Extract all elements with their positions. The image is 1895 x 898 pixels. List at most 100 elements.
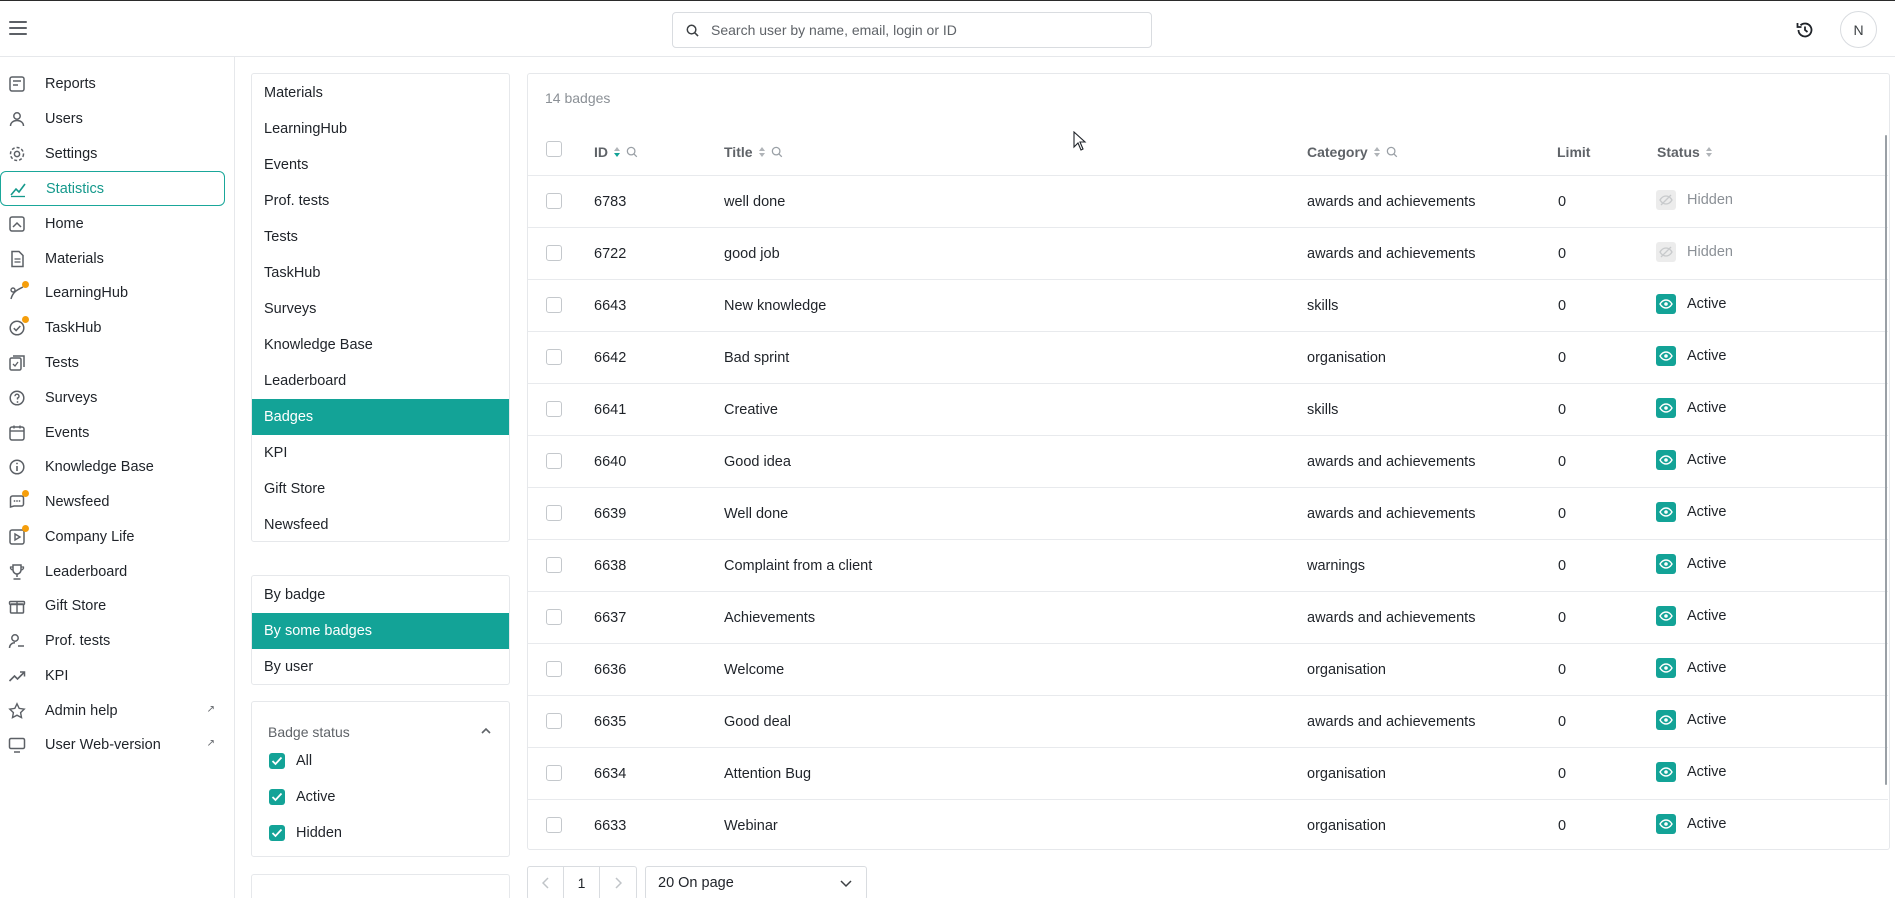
search-icon[interactable]	[626, 146, 638, 158]
search-icon[interactable]	[1386, 146, 1398, 158]
table-row[interactable]: 6640 Good idea awards and achievements 0 Act…	[528, 435, 1888, 487]
sidebar-item-knowledge-base[interactable]: Knowledge Base	[0, 449, 225, 484]
column-header-category[interactable]: Category	[1307, 144, 1398, 160]
sidebar-item-users[interactable]: Users	[0, 101, 225, 136]
section-item-leaderboard[interactable]: Leaderboard	[252, 363, 509, 399]
badge-title[interactable]: good job	[724, 246, 780, 262]
column-header-title[interactable]: Title	[724, 144, 783, 160]
table-scrollbar[interactable]	[1885, 135, 1887, 785]
checkbox-checked-icon[interactable]	[269, 789, 285, 805]
table-row[interactable]: 6783 well done awards and achievements 0 Hid…	[528, 175, 1888, 227]
table-row[interactable]: 6638 Complaint from a client warnings 0 Acti…	[528, 539, 1888, 591]
table-row[interactable]: 6642 Bad sprint organisation 0 Active	[528, 331, 1888, 383]
sidebar-item-reports[interactable]: Reports	[0, 66, 225, 101]
table-row[interactable]: 6722 good job awards and achievements 0 Hidd…	[528, 227, 1888, 279]
status-option-all[interactable]: All	[269, 753, 312, 769]
row-checkbox[interactable]	[546, 557, 562, 573]
table-row[interactable]: 6637 Achievements awards and achievements 0…	[528, 591, 1888, 643]
table-row[interactable]: 6636 Welcome organisation 0 Active	[528, 643, 1888, 695]
status-option-active[interactable]: Active	[269, 789, 336, 805]
menu-toggle-icon[interactable]	[9, 21, 27, 35]
row-checkbox[interactable]	[546, 349, 562, 365]
sidebar-item-materials[interactable]: Materials	[0, 241, 225, 276]
column-header-status[interactable]: Status	[1657, 144, 1713, 160]
page-number[interactable]: 1	[564, 867, 600, 898]
badge-title[interactable]: Good idea	[724, 454, 791, 470]
sidebar-item-taskhub[interactable]: TaskHub	[0, 310, 225, 345]
sort-icon[interactable]	[1705, 146, 1713, 158]
sidebar-item-events[interactable]: Events	[0, 415, 225, 450]
per-page-select[interactable]: 20 On page	[645, 866, 867, 898]
search-icon[interactable]	[771, 146, 783, 158]
report-type-by-some-badges[interactable]: By some badges	[252, 613, 509, 649]
sidebar-item-tests[interactable]: Tests	[0, 345, 225, 380]
sort-asc-icon[interactable]	[613, 146, 621, 158]
row-checkbox[interactable]	[546, 505, 562, 521]
badge-title[interactable]: Bad sprint	[724, 350, 789, 366]
row-checkbox[interactable]	[546, 297, 562, 313]
history-button[interactable]	[1790, 15, 1820, 45]
sidebar-item-prof-tests[interactable]: Prof. tests	[0, 623, 225, 658]
report-type-by-user[interactable]: By user	[252, 649, 509, 685]
row-checkbox[interactable]	[546, 193, 562, 209]
sort-icon[interactable]	[1373, 146, 1381, 158]
row-checkbox[interactable]	[546, 817, 562, 833]
sidebar-item-settings[interactable]: Settings	[0, 136, 225, 171]
badge-title[interactable]: Webinar	[724, 818, 778, 834]
sidebar-item-newsfeed[interactable]: Newsfeed	[0, 484, 225, 519]
section-item-knowledge-base[interactable]: Knowledge Base	[252, 327, 509, 363]
row-checkbox[interactable]	[546, 661, 562, 677]
next-page-button[interactable]	[600, 867, 636, 898]
table-row[interactable]: 6635 Good deal awards and achievements 0 Act…	[528, 695, 1888, 747]
section-item-learninghub[interactable]: LearningHub	[252, 111, 509, 147]
section-item-kpi[interactable]: KPI	[252, 435, 509, 471]
section-item-prof-tests[interactable]: Prof. tests	[252, 183, 509, 219]
status-option-hidden[interactable]: Hidden	[269, 825, 342, 841]
sidebar-item-kpi[interactable]: KPI	[0, 658, 225, 693]
section-item-newsfeed[interactable]: Newsfeed	[252, 507, 509, 543]
badge-title[interactable]: Good deal	[724, 714, 791, 730]
report-type-by-badge[interactable]: By badge	[252, 577, 509, 613]
row-checkbox[interactable]	[546, 609, 562, 625]
row-checkbox[interactable]	[546, 453, 562, 469]
sidebar-item-leaderboard[interactable]: Leaderboard	[0, 554, 225, 589]
badge-title[interactable]: Creative	[724, 402, 778, 418]
badge-title[interactable]: Welcome	[724, 662, 784, 678]
section-item-tests[interactable]: Tests	[252, 219, 509, 255]
table-row[interactable]: 6634 Attention Bug organisation 0 Active	[528, 747, 1888, 799]
column-header-id[interactable]: ID	[594, 144, 638, 160]
row-checkbox[interactable]	[546, 713, 562, 729]
row-checkbox[interactable]	[546, 765, 562, 781]
avatar[interactable]: N	[1840, 11, 1877, 48]
table-row[interactable]: 6633 Webinar organisation 0 Active	[528, 799, 1888, 851]
user-search[interactable]	[672, 12, 1152, 48]
sort-icon[interactable]	[758, 146, 766, 158]
row-checkbox[interactable]	[546, 401, 562, 417]
sidebar-item-company-life[interactable]: Company Life	[0, 519, 225, 554]
section-item-events[interactable]: Events	[252, 147, 509, 183]
sidebar-item-learninghub[interactable]: LearningHub	[0, 275, 225, 310]
badge-title[interactable]: Achievements	[724, 610, 815, 626]
table-row[interactable]: 6641 Creative skills 0 Active	[528, 383, 1888, 435]
checkbox-checked-icon[interactable]	[269, 825, 285, 841]
sidebar-item-admin-help[interactable]: Admin help ↗	[0, 693, 225, 728]
badge-title[interactable]: New knowledge	[724, 298, 826, 314]
badge-title[interactable]: Complaint from a client	[724, 558, 872, 574]
badge-title[interactable]: Well done	[724, 506, 788, 522]
section-item-gift-store[interactable]: Gift Store	[252, 471, 509, 507]
checkbox-checked-icon[interactable]	[269, 753, 285, 769]
badge-title[interactable]: well done	[724, 194, 785, 210]
section-item-surveys[interactable]: Surveys	[252, 291, 509, 327]
search-input[interactable]	[711, 13, 1141, 47]
select-all-checkbox[interactable]	[546, 141, 562, 157]
sidebar-item-user-web-version[interactable]: User Web-version ↗	[0, 727, 225, 762]
badge-title[interactable]: Attention Bug	[724, 766, 811, 782]
sidebar-item-statistics[interactable]: Statistics	[0, 171, 225, 206]
section-item-badges[interactable]: Badges	[252, 399, 509, 435]
row-checkbox[interactable]	[546, 245, 562, 261]
prev-page-button[interactable]	[528, 867, 564, 898]
sidebar-item-home[interactable]: Home	[0, 206, 225, 241]
table-row[interactable]: 6643 New knowledge skills 0 Active	[528, 279, 1888, 331]
sidebar-item-gift-store[interactable]: Gift Store	[0, 588, 225, 623]
section-item-materials[interactable]: Materials	[252, 75, 509, 111]
